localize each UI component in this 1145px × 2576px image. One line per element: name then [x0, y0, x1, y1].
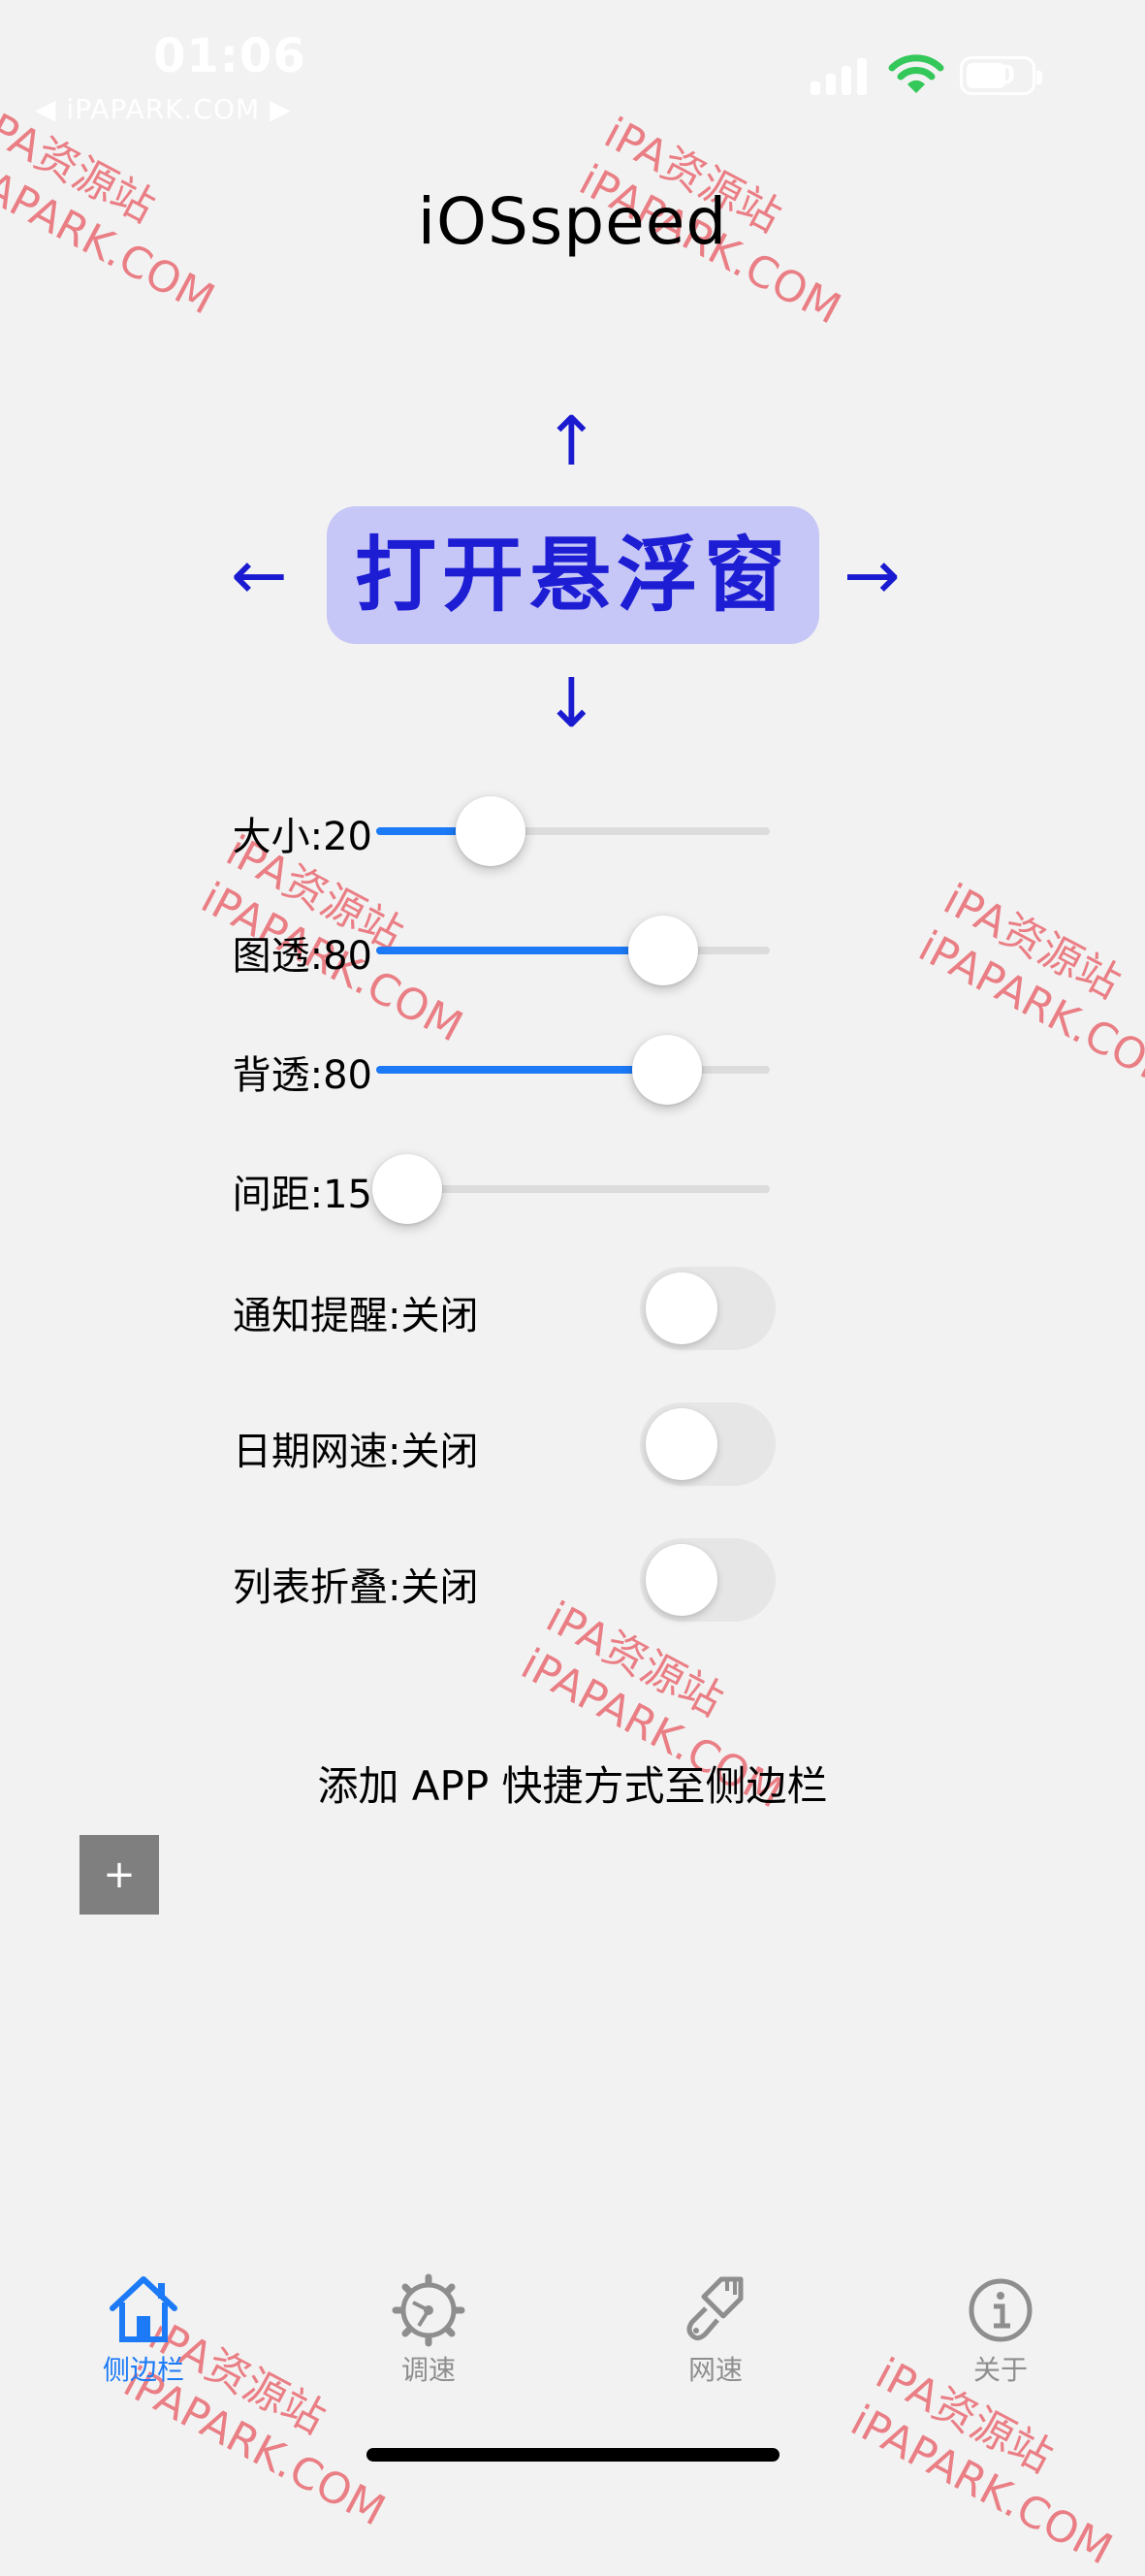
icon-opacity-slider[interactable]	[376, 947, 770, 954]
toggle-knob	[646, 1272, 717, 1344]
spacing-slider-thumb[interactable]	[372, 1154, 443, 1224]
tab-about[interactable]: 关于	[913, 2270, 1088, 2388]
cellular-signal-icon	[811, 54, 869, 95]
home-indicator[interactable]	[366, 2448, 779, 2462]
background-opacity-slider-thumb[interactable]	[632, 1035, 703, 1105]
notification-toggle-label: 通知提醒:关闭	[233, 1294, 479, 1338]
background-opacity-slider[interactable]	[376, 1066, 770, 1074]
battery-percent: 40	[979, 61, 1016, 90]
background-opacity-slider-label: 背透:80	[232, 1053, 372, 1098]
list-collapse-toggle[interactable]	[640, 1538, 776, 1622]
tab-label: 关于	[972, 2354, 1028, 2386]
info-icon	[969, 2278, 1033, 2342]
tab-sidebar[interactable]: 侧边栏	[56, 2270, 231, 2388]
size-slider-thumb[interactable]	[455, 796, 525, 866]
icon-opacity-slider-thumb[interactable]	[628, 916, 699, 985]
tab-label: 网速	[687, 2354, 743, 2386]
move-up-button[interactable]: ↑	[543, 407, 600, 475]
toggle-knob	[646, 1408, 717, 1480]
size-slider[interactable]	[376, 827, 770, 835]
notification-toggle[interactable]	[640, 1267, 776, 1350]
tab-speed-control[interactable]: 调速	[341, 2270, 516, 2388]
date-speed-toggle-label: 日期网速:关闭	[233, 1430, 479, 1474]
house-icon	[110, 2276, 177, 2342]
list-collapse-toggle-label: 列表折叠:关闭	[233, 1565, 479, 1610]
battery-icon: 40	[960, 56, 1042, 95]
icon-opacity-slider-label: 图透:80	[232, 934, 372, 979]
tab-network-speed[interactable]: 网速	[628, 2270, 803, 2388]
move-left-button[interactable]: ←	[231, 541, 288, 609]
spacing-slider-label: 间距:15	[232, 1173, 372, 1217]
move-down-button[interactable]: ↓	[543, 669, 600, 737]
open-float-window-button[interactable]: 打开悬浮窗	[327, 506, 819, 644]
toggle-knob	[646, 1544, 717, 1616]
date-speed-toggle[interactable]	[640, 1402, 776, 1486]
add-shortcut-label: 添加 APP 快捷方式至侧边栏	[317, 1762, 828, 1810]
gear-speed-icon	[392, 2273, 465, 2347]
back-to-app-link[interactable]: ◀ iPAPARK.COM ▶	[35, 93, 292, 125]
page-title: iOSspeed	[417, 184, 728, 259]
move-right-button[interactable]: →	[843, 541, 901, 609]
paintbrush-icon	[686, 2276, 744, 2341]
wifi-icon	[888, 54, 944, 93]
add-shortcut-button[interactable]: +	[80, 1835, 159, 1915]
watermark: iPA资源站 iPAPARK.COM	[910, 874, 1145, 1101]
status-time: 01:06	[153, 29, 306, 83]
tab-label: 调速	[400, 2354, 456, 2386]
tab-label: 侧边栏	[102, 2354, 184, 2386]
size-slider-label: 大小:20	[232, 815, 372, 859]
